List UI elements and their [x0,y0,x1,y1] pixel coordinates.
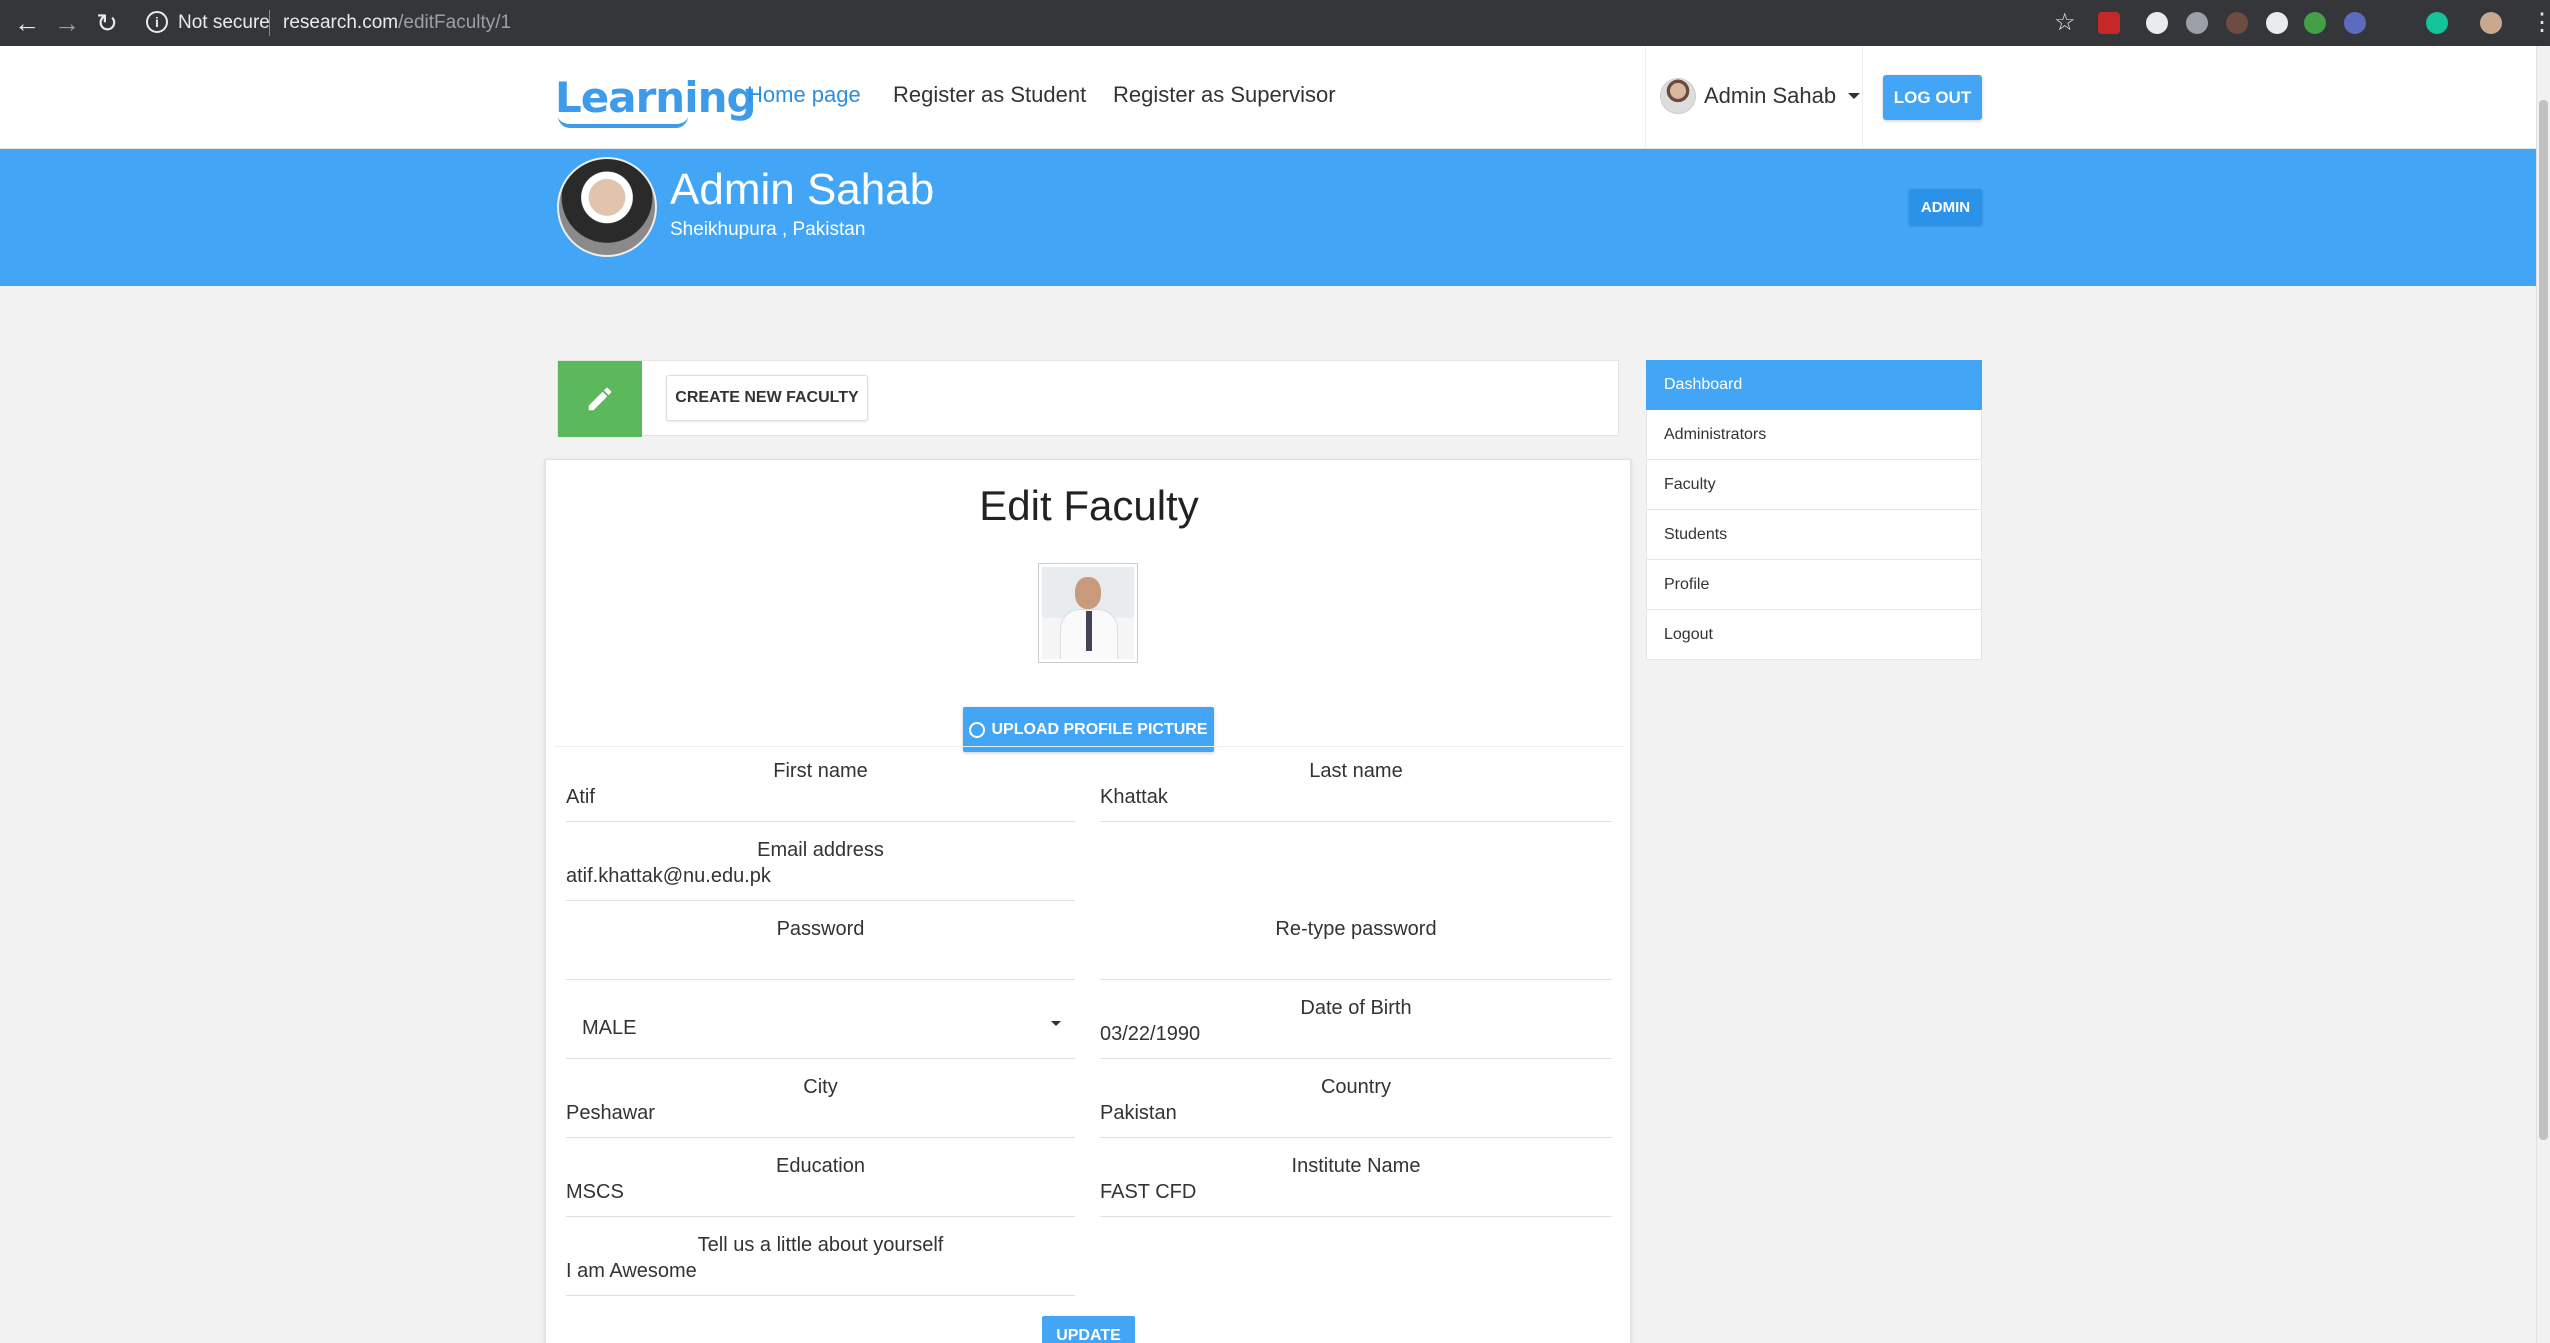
sidebar-item-students[interactable]: Students [1646,510,1982,560]
address-bar[interactable]: research.com/editFaculty/1 [283,12,511,34]
browser-toolbar: ← → ↻ i Not secure research.com/editFacu… [0,0,2550,46]
chevron-down-icon [1051,1021,1061,1026]
user-avatar [1660,78,1696,114]
edit-faculty-form: Edit Faculty UPLOAD PROFILE PICTURE Atif… [545,459,1631,1343]
email-value: atif.khattak@nu.edu.pk [566,865,771,887]
education-value: MSCS [566,1181,624,1203]
update-button[interactable]: UPDATE [1042,1316,1135,1343]
grammarly-icon[interactable] [2426,12,2448,34]
about-value: I am Awesome [566,1260,697,1282]
pencil-icon [558,361,642,437]
faculty-profile-picture [1038,563,1138,663]
profile-avatar [557,157,657,257]
institute-value: FAST CFD [1100,1181,1197,1203]
logo-swoosh [558,116,688,128]
email-label: Email address [757,839,884,861]
upload-label: UPLOAD PROFILE PICTURE [991,720,1208,738]
sidebar-item-administrators[interactable]: Administrators [1646,410,1982,460]
action-bar: CREATE NEW FACULTY [557,360,1619,437]
dob-field[interactable]: 03/22/1990 Date of Birth [1100,979,1612,1059]
user-circle-icon [969,721,986,738]
retype-password-label: Re-type password [1275,918,1437,940]
form-title: Edit Faculty [979,482,1199,529]
password-label: Password [776,918,865,940]
education-field[interactable]: MSCS Education [566,1137,1075,1217]
forward-icon[interactable]: → [52,8,82,38]
adblock-extension-icon[interactable] [2098,12,2120,34]
profile-name: Admin Sahab [670,165,935,214]
city-value: Peshawar [566,1102,655,1124]
nav-register-student-link[interactable]: Register as Student [893,82,1086,108]
chevron-down-icon [1848,93,1861,99]
create-new-faculty-button[interactable]: CREATE NEW FACULTY [666,375,868,421]
browser-menu-icon[interactable]: ⋮ [2530,8,2550,37]
url-separator [269,10,270,36]
sidebar-item-dashboard[interactable]: Dashboard [1646,360,1982,410]
role-badge: ADMIN [1909,189,1982,225]
site-logo[interactable]: Learning [555,73,757,122]
education-label: Education [776,1155,865,1177]
first-name-value: Atif [566,786,595,808]
info-icon[interactable]: i [146,11,168,33]
institute-label: Institute Name [1291,1155,1421,1177]
nav-register-supervisor-link[interactable]: Register as Supervisor [1113,82,1336,108]
first-name-field[interactable]: Atif First name [566,742,1075,822]
password-field[interactable]: Password [566,900,1075,980]
sidebar-item-logout[interactable]: Logout [1646,610,1982,660]
institute-field[interactable]: FAST CFD Institute Name [1100,1137,1612,1217]
security-label[interactable]: Not secure [178,12,270,34]
sidebar-item-profile[interactable]: Profile [1646,560,1982,610]
retype-password-field[interactable]: Re-type password [1100,900,1612,980]
gender-value: MALE [582,1017,637,1039]
about-label: Tell us a little about yourself [697,1234,944,1256]
url-host: research.com [283,12,399,33]
dob-value: 03/22/1990 [1100,1023,1201,1045]
site-navbar: Learning Home page Register as Student R… [0,46,2536,149]
back-icon[interactable]: ← [12,8,42,38]
profile-location: Sheikhupura , Pakistan [670,219,866,240]
country-label: Country [1320,1076,1392,1098]
extension-icon[interactable] [2226,12,2248,34]
country-value: Pakistan [1100,1102,1177,1124]
last-name-field[interactable]: Khattak Last name [1100,742,1612,822]
settings-extension-icon[interactable] [2186,12,2208,34]
url-path: /editFaculty/1 [398,12,512,33]
nav-divider [1645,46,1646,149]
city-label: City [803,1076,838,1098]
user-name: Admin Sahab [1704,83,1837,108]
reload-icon[interactable]: ↻ [92,8,122,38]
nav-home-link[interactable]: Home page [747,82,861,108]
profile-avatar-icon[interactable] [2480,12,2502,34]
last-name-label: Last name [1309,760,1403,782]
extension-icon[interactable] [2266,12,2288,34]
logout-button[interactable]: LOG OUT [1883,75,1982,120]
admin-sidebar: Dashboard Administrators Faculty Student… [1646,360,1982,660]
user-dropdown[interactable]: Admin Sahab [1660,76,1861,116]
last-name-value: Khattak [1100,786,1168,808]
sidebar-item-faculty[interactable]: Faculty [1646,460,1982,510]
bookmark-star-icon[interactable]: ☆ [2054,8,2076,37]
dob-label: Date of Birth [1300,997,1412,1019]
country-field[interactable]: Pakistan Country [1100,1058,1612,1138]
nav-divider [1862,46,1863,149]
scrollbar-thumb[interactable] [2539,100,2548,1140]
profile-header: Admin Sahab Sheikhupura , Pakistan ADMIN [0,149,2536,286]
first-name-label: First name [773,760,868,782]
extension-icon[interactable] [2146,12,2168,34]
extension-icon[interactable] [2344,12,2366,34]
email-field[interactable]: atif.khattak@nu.edu.pk Email address [566,821,1075,901]
about-field[interactable]: I am Awesome Tell us a little about your… [566,1216,1075,1296]
city-field[interactable]: Peshawar City [566,1058,1075,1138]
extension-icon[interactable] [2304,12,2326,34]
gender-select[interactable]: MALE [566,979,1075,1059]
